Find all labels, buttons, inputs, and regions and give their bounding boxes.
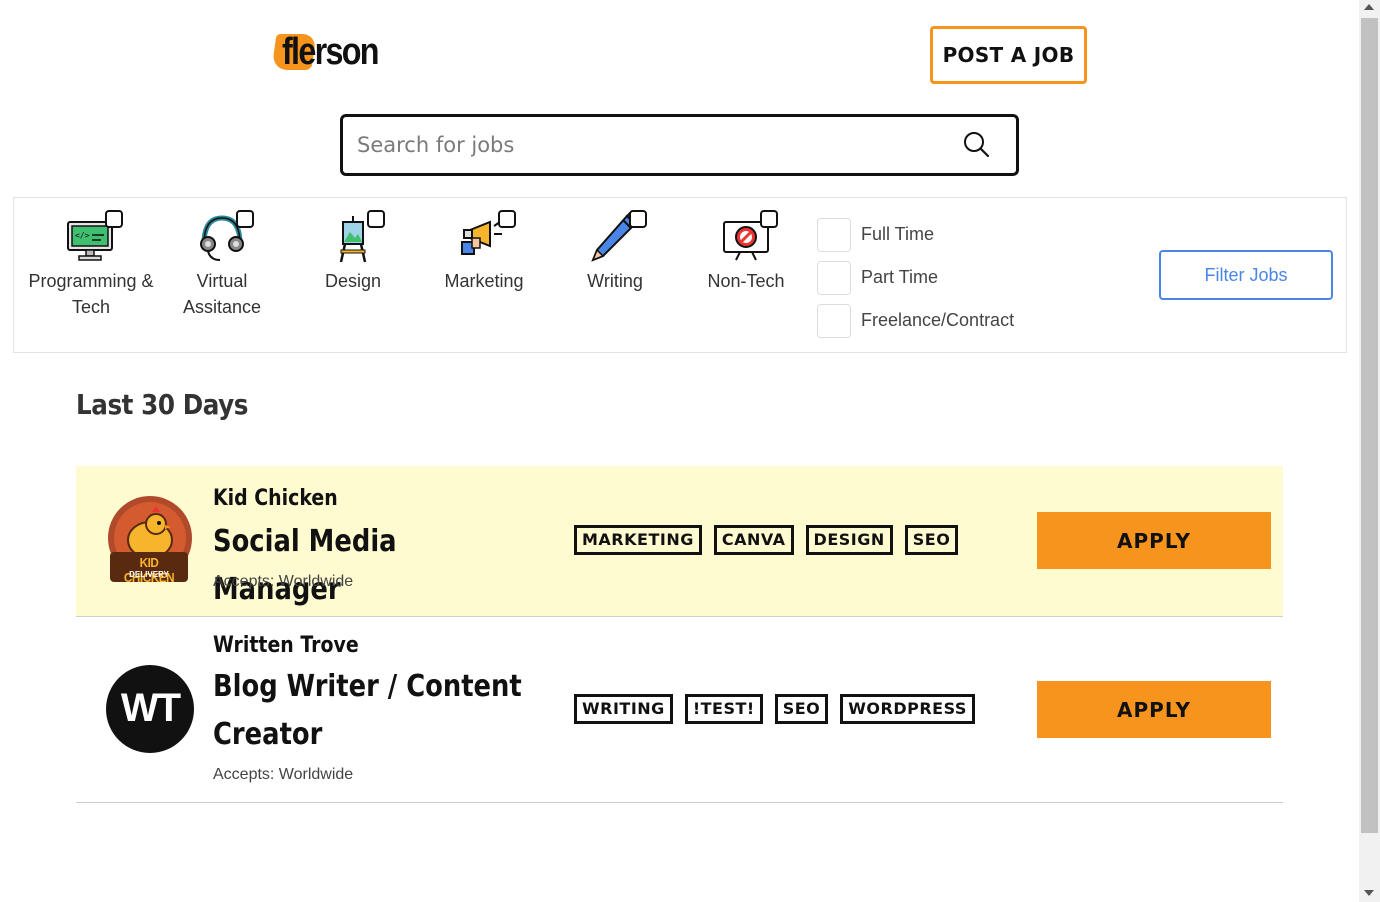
job-type-label: Part Time <box>861 267 939 287</box>
search-icon[interactable] <box>962 130 992 160</box>
job-accepts: Accepts: Worldwide <box>213 766 354 783</box>
company-logo: WT <box>106 664 196 754</box>
category-label: Virtual Assitance <box>182 271 262 317</box>
scrollbar-thumb[interactable] <box>1361 18 1378 833</box>
megaphone-icon <box>454 208 516 264</box>
job-tag[interactable]: WRITING <box>574 694 673 724</box>
company-name[interactable]: Kid Chicken <box>213 486 338 511</box>
scroll-up-arrow-icon[interactable] <box>1364 4 1374 10</box>
no-computer-icon <box>716 208 778 264</box>
job-type-checkbox[interactable] <box>817 303 851 338</box>
category-non-tech[interactable]: Non-Tech <box>681 208 811 294</box>
category-checkbox[interactable] <box>105 210 123 228</box>
category-label: Programming & Tech <box>28 271 154 317</box>
apply-button[interactable]: APPLY <box>1037 681 1271 738</box>
job-type-freelance[interactable]: Freelance/Contract <box>817 299 1014 342</box>
job-type-part-time[interactable]: Part Time <box>817 256 1014 299</box>
job-type-list: Full Time Part Time Freelance/Contract <box>817 213 1014 342</box>
job-tag[interactable]: MARKETING <box>574 525 702 555</box>
scroll-down-arrow-icon[interactable] <box>1364 890 1374 896</box>
category-label: Writing <box>587 271 643 291</box>
job-type-full-time[interactable]: Full Time <box>817 213 1014 256</box>
job-accepts: Accepts: Worldwide <box>213 573 354 590</box>
job-title[interactable]: Social Media Manager <box>213 518 523 614</box>
svg-text:</>: </> <box>75 231 90 240</box>
job-tag[interactable]: DESIGN <box>805 525 893 555</box>
category-checkbox[interactable] <box>367 210 385 228</box>
category-checkbox[interactable] <box>498 210 516 228</box>
category-marketing[interactable]: Marketing <box>419 208 549 294</box>
category-checkbox[interactable] <box>236 210 254 228</box>
company-logo: KID CHICKEN DELIVERY <box>106 494 196 585</box>
category-checkbox[interactable] <box>629 210 647 228</box>
headset-icon <box>192 208 254 264</box>
easel-icon <box>323 208 385 264</box>
job-listing[interactable]: WT Written Trove Blog Writer / Content C… <box>76 617 1283 803</box>
logo-text: flerson <box>282 31 379 73</box>
category-checkbox[interactable] <box>760 210 778 228</box>
job-tag[interactable]: !TEST! <box>684 694 763 724</box>
category-label: Marketing <box>444 271 524 291</box>
job-type-checkbox[interactable] <box>817 260 851 295</box>
company-logo-text: WT <box>120 686 181 730</box>
job-tag[interactable]: WORDPRESS <box>840 694 975 724</box>
company-name[interactable]: Written Trove <box>213 633 359 658</box>
category-programming-tech[interactable]: </> Programming & Tech <box>26 208 156 320</box>
category-virtual-assitance[interactable]: Virtual Assitance <box>157 208 287 320</box>
job-listing[interactable]: KID CHICKEN DELIVERY Kid Chicken Social … <box>76 466 1283 617</box>
apply-button[interactable]: APPLY <box>1037 512 1271 569</box>
job-type-checkbox[interactable] <box>817 217 851 252</box>
job-tags: MARKETING CANVA DESIGN SEO <box>574 525 959 555</box>
post-a-job-button[interactable]: POST A JOB <box>930 26 1087 84</box>
category-label: Design <box>324 271 382 291</box>
category-label: Non-Tech <box>707 271 785 291</box>
computer-code-icon: </> <box>61 208 123 264</box>
job-type-label: Full Time <box>861 224 935 244</box>
company-logo-subtext: DELIVERY <box>129 570 169 579</box>
search-bar <box>340 114 1019 176</box>
job-tag[interactable]: CANVA <box>713 525 794 555</box>
filter-panel: </> Programming & Tech Virtual Assitance… <box>13 197 1347 353</box>
filter-jobs-button[interactable]: Filter Jobs <box>1159 250 1333 300</box>
flerson-logo[interactable]: flerson <box>271 30 394 74</box>
job-title[interactable]: Blog Writer / Content Creator <box>213 663 523 759</box>
job-tag[interactable]: SEO <box>774 694 829 724</box>
category-design[interactable]: Design <box>288 208 418 294</box>
job-type-label: Freelance/Contract <box>861 310 1015 330</box>
job-tags: WRITING !TEST! SEO WORDPRESS <box>574 694 975 724</box>
page-scrollbar[interactable] <box>1359 0 1380 902</box>
job-tag[interactable]: SEO <box>904 525 959 555</box>
search-input[interactable] <box>355 132 939 158</box>
section-title: Last 30 Days <box>76 388 248 421</box>
category-writing[interactable]: Writing <box>550 208 680 294</box>
pencil-icon <box>585 208 647 264</box>
